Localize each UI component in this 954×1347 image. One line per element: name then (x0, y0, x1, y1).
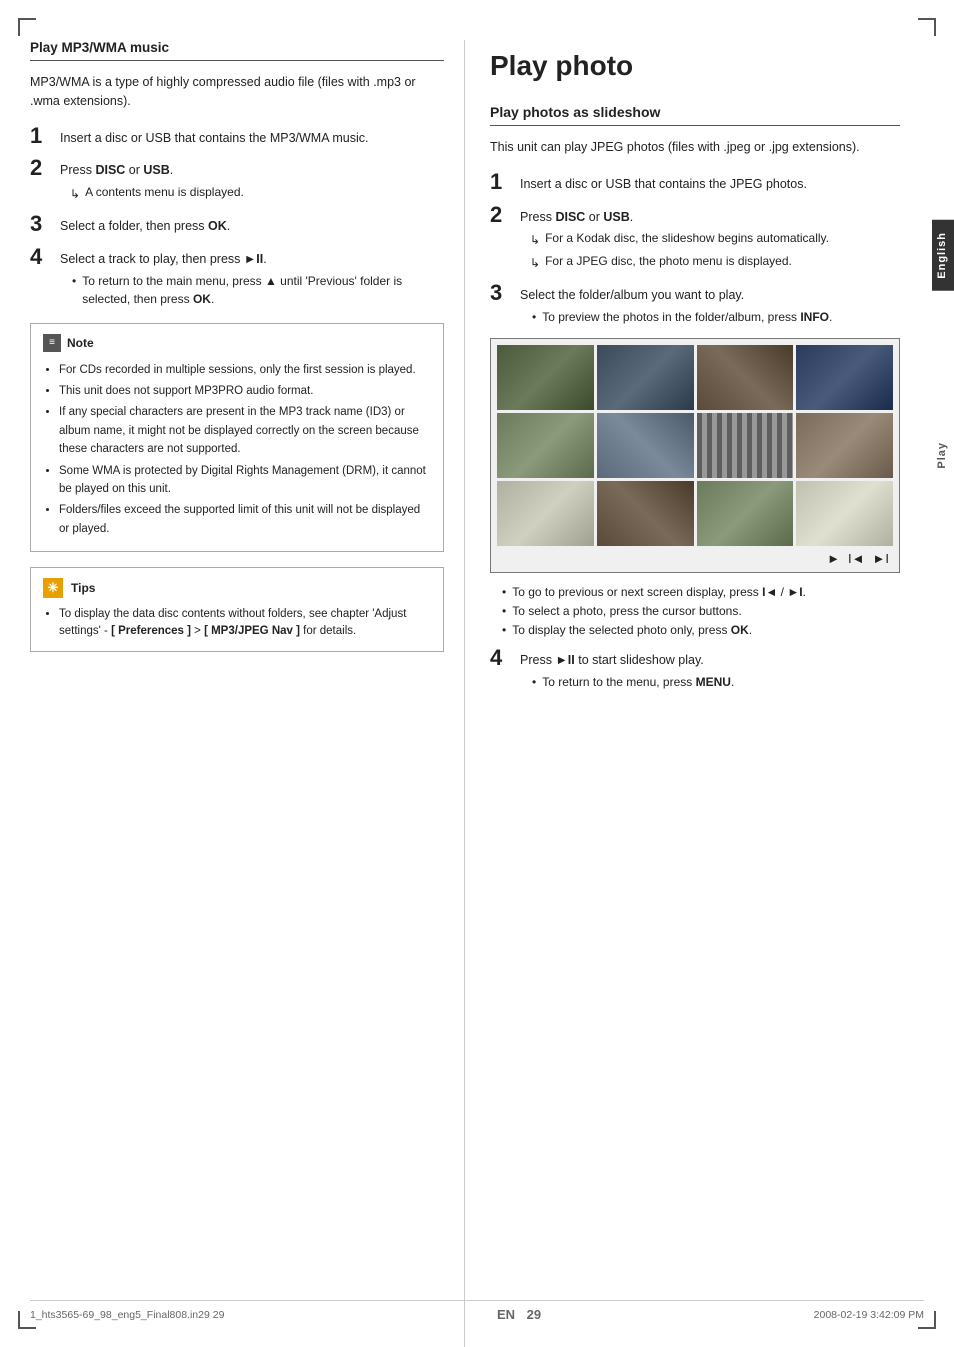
right-step-3-bullet: To preview the photos in the folder/albu… (542, 308, 832, 326)
note-icon: ≡ (43, 334, 61, 352)
step-3: 3 Select a folder, then press OK. (30, 213, 444, 236)
photo-cell-4 (796, 345, 893, 410)
step-1-num: 1 (30, 125, 52, 147)
right-section-subtitle: Play photos as slideshow (490, 104, 900, 126)
after-grid-item-2: To select a photo, press the cursor butt… (512, 604, 741, 618)
page-footer: 1_hts3565-69_98_eng5_Final808.in29 29 EN… (30, 1300, 924, 1322)
right-step-3-content: Select the folder/album you want to play… (520, 282, 832, 326)
tips-item-1: To display the data disc contents withou… (59, 606, 431, 641)
footer-page-info: EN 29 (497, 1307, 541, 1322)
photo-cell-bar (697, 413, 794, 478)
right-step-2-num: 2 (490, 204, 512, 226)
arrow-bullet: ↳ (70, 185, 80, 203)
step-2-sub: A contents menu is displayed. (85, 183, 244, 203)
bullet-dot-ag2: • (502, 604, 506, 618)
step-4-content: Select a track to play, then press ►II. … (60, 246, 444, 308)
right-step-4-num: 4 (490, 647, 512, 669)
after-grid-item-3: To display the selected photo only, pres… (512, 623, 752, 637)
photo-cell-6 (597, 413, 694, 478)
bullet-dot-ag3: • (502, 623, 506, 637)
left-column: Play MP3/WMA music MP3/WMA is a type of … (30, 40, 465, 1347)
right-step-2-sub1: For a Kodak disc, the slideshow begins a… (545, 229, 829, 249)
page: English Play Play MP3/WMA music MP3/WMA … (0, 0, 954, 1347)
english-tab: English (932, 220, 954, 291)
right-column: Play photo Play photos as slideshow This… (465, 40, 900, 1347)
bullet-dot-ag1: • (502, 585, 506, 599)
photo-cell-10 (597, 481, 694, 546)
note-header: ≡ Note (43, 334, 431, 353)
step-1: 1 Insert a disc or USB that contains the… (30, 125, 444, 148)
tips-list: To display the data disc contents withou… (43, 606, 431, 641)
note-item-3: If any special characters are present in… (59, 403, 431, 458)
photo-controls: ► I◄ ►I (497, 551, 893, 566)
note-box: ≡ Note For CDs recorded in multiple sess… (30, 323, 444, 553)
right-intro: This unit can play JPEG photos (files wi… (490, 138, 900, 157)
step-2-content: Press DISC or USB. ↳ A contents menu is … (60, 157, 244, 203)
right-step-4-content: Press ►II to start slideshow play. • To … (520, 647, 734, 691)
photo-grid (497, 345, 893, 546)
tips-box: ✳ Tips To display the data disc contents… (30, 567, 444, 652)
right-step-3-num: 3 (490, 282, 512, 304)
right-step-2-sub2: For a JPEG disc, the photo menu is displ… (545, 252, 792, 272)
note-item-1: For CDs recorded in multiple sessions, o… (59, 361, 431, 379)
footer-page-num: 29 (527, 1307, 541, 1322)
corner-mark-tr (918, 18, 936, 36)
photo-cell-11 (697, 481, 794, 546)
play-tab: Play (932, 430, 954, 481)
right-step-1-num: 1 (490, 171, 512, 193)
arrow-bullet-2a: ↳ (530, 231, 540, 249)
bullet-dot: • (72, 272, 76, 308)
note-item-2: This unit does not support MP3PRO audio … (59, 382, 431, 400)
right-step-1-content: Insert a disc or USB that contains the J… (520, 171, 807, 194)
note-label: Note (67, 334, 94, 353)
step-2: 2 Press DISC or USB. ↳ A contents menu i… (30, 157, 444, 203)
photo-cell-1 (497, 345, 594, 410)
step-4: 4 Select a track to play, then press ►II… (30, 246, 444, 308)
step-4-bullet: To return to the main menu, press ▲ unti… (82, 272, 444, 308)
footer-date-info: 2008-02-19 3:42:09 PM (814, 1309, 924, 1321)
tips-star-icon: ✳ (43, 578, 63, 598)
step-1-content: Insert a disc or USB that contains the M… (60, 125, 368, 148)
right-step-2: 2 Press DISC or USB. ↳ For a Kodak disc,… (490, 204, 900, 273)
after-grid-item-1: To go to previous or next screen display… (512, 585, 806, 599)
step-2-num: 2 (30, 157, 52, 179)
footer-file-info: 1_hts3565-69_98_eng5_Final808.in29 29 (30, 1309, 224, 1321)
after-grid-items: • To go to previous or next screen displ… (490, 585, 900, 637)
photo-grid-container: ► I◄ ►I (490, 338, 900, 573)
note-item-5: Folders/files exceed the supported limit… (59, 501, 431, 538)
step-3-num: 3 (30, 213, 52, 235)
note-list: For CDs recorded in multiple sessions, o… (43, 361, 431, 539)
left-intro: MP3/WMA is a type of highly compressed a… (30, 73, 444, 111)
footer-en-label: EN (497, 1307, 515, 1322)
play-ctrl: ► (827, 551, 840, 566)
photo-cell-9 (497, 481, 594, 546)
left-section-title: Play MP3/WMA music (30, 40, 444, 61)
right-section-title-large: Play photo (490, 50, 900, 82)
right-step-2-content: Press DISC or USB. ↳ For a Kodak disc, t… (520, 204, 829, 273)
photo-cell-2 (597, 345, 694, 410)
bullet-dot-r3: • (532, 308, 536, 326)
right-step-1: 1 Insert a disc or USB that contains the… (490, 171, 900, 194)
photo-cell-12 (796, 481, 893, 546)
bullet-dot-s4: • (532, 673, 536, 691)
arrow-bullet-2b: ↳ (530, 254, 540, 272)
photo-cell-3 (697, 345, 794, 410)
step-3-content: Select a folder, then press OK. (60, 213, 230, 236)
photo-cell-5 (497, 413, 594, 478)
tips-label: Tips (71, 579, 95, 598)
corner-mark-tl (18, 18, 36, 36)
next-ctrl: ►I (873, 551, 889, 566)
prev-ctrl: I◄ (848, 551, 864, 566)
right-step-4-bullet: To return to the menu, press MENU. (542, 673, 734, 691)
right-step-4: 4 Press ►II to start slideshow play. • T… (490, 647, 900, 691)
photo-cell-8 (796, 413, 893, 478)
tips-header: ✳ Tips (43, 578, 431, 598)
note-item-4: Some WMA is protected by Digital Rights … (59, 462, 431, 499)
right-step-3: 3 Select the folder/album you want to pl… (490, 282, 900, 326)
step-4-num: 4 (30, 246, 52, 268)
